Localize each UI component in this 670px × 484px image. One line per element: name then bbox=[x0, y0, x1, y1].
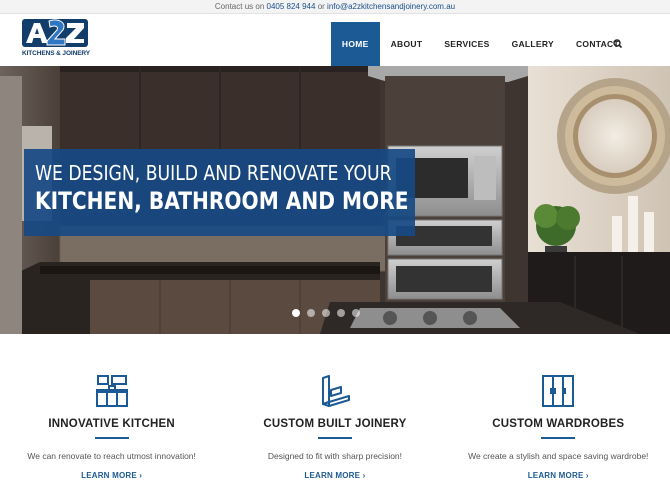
logo-subtitle: KITCHENS & JOINERY bbox=[22, 50, 91, 57]
joinery-icon bbox=[321, 375, 350, 407]
feature-description: Designed to fit with sharp precision! bbox=[267, 451, 403, 461]
features-section: INNOVATIVE KITCHEN We can renovate to re… bbox=[0, 334, 670, 484]
feature-title: INNOVATIVE KITCHEN bbox=[48, 418, 175, 430]
learn-more-link[interactable]: LEARN MORE › bbox=[0, 471, 223, 480]
hero-headline-line1: WE DESIGN, BUILD AND RENOVATE YOUR bbox=[35, 161, 392, 185]
slider-dots bbox=[292, 309, 360, 317]
slide-dot[interactable] bbox=[352, 309, 360, 317]
feature-title: CUSTOM WARDROBES bbox=[492, 418, 625, 430]
contact-or: or bbox=[317, 2, 325, 11]
contact-bar: Contact us on 0405 824 944 or info@a2zki… bbox=[0, 0, 670, 14]
learn-more-link[interactable]: LEARN MORE › bbox=[223, 471, 446, 480]
learn-more-link[interactable]: LEARN MORE › bbox=[447, 471, 670, 480]
main-nav: HOME ABOUT SERVICES GALLERY CONTACT bbox=[330, 22, 630, 66]
logo-mark bbox=[22, 19, 88, 47]
site-header: KITCHENS & JOINERY HOME ABOUT SERVICES G… bbox=[0, 14, 670, 66]
search-icon[interactable] bbox=[611, 37, 625, 51]
hero-headline-line2: KITCHEN, BATHROOM AND MORE bbox=[35, 187, 409, 215]
feature-title: CUSTOM BUILT JOINERY bbox=[263, 418, 407, 430]
hero-slider: WE DESIGN, BUILD AND RENOVATE YOUR KITCH… bbox=[0, 66, 670, 334]
slide-dot[interactable] bbox=[337, 309, 345, 317]
hero-banner: WE DESIGN, BUILD AND RENOVATE YOUR KITCH… bbox=[24, 149, 415, 236]
feature-card: CUSTOM WARDROBES We create a stylish and… bbox=[447, 334, 670, 484]
nav-about[interactable]: ABOUT bbox=[380, 22, 434, 66]
phone-link[interactable]: 0405 824 944 bbox=[267, 2, 316, 11]
nav-home[interactable]: HOME bbox=[330, 22, 380, 66]
slide-dot[interactable] bbox=[307, 309, 315, 317]
feature-divider bbox=[541, 437, 576, 439]
wardrobe-icon bbox=[542, 375, 575, 407]
feature-card: INNOVATIVE KITCHEN We can renovate to re… bbox=[0, 334, 223, 484]
nav-gallery[interactable]: GALLERY bbox=[501, 22, 565, 66]
feature-divider bbox=[317, 437, 352, 439]
contact-prefix: Contact us on bbox=[214, 2, 265, 11]
email-link[interactable]: info@a2zkitchensandjoinery.com.au bbox=[327, 2, 455, 11]
feature-divider bbox=[94, 437, 129, 439]
feature-description: We can renovate to reach utmost innovati… bbox=[27, 451, 196, 461]
slide-dot[interactable] bbox=[292, 309, 300, 317]
feature-card: CUSTOM BUILT JOINERY Designed to fit wit… bbox=[223, 334, 446, 484]
slide-dot[interactable] bbox=[322, 309, 330, 317]
nav-services[interactable]: SERVICES bbox=[433, 22, 500, 66]
logo[interactable]: KITCHENS & JOINERY bbox=[22, 19, 90, 61]
feature-description: We create a stylish and space saving war… bbox=[468, 451, 649, 461]
kitchen-icon bbox=[95, 375, 128, 407]
